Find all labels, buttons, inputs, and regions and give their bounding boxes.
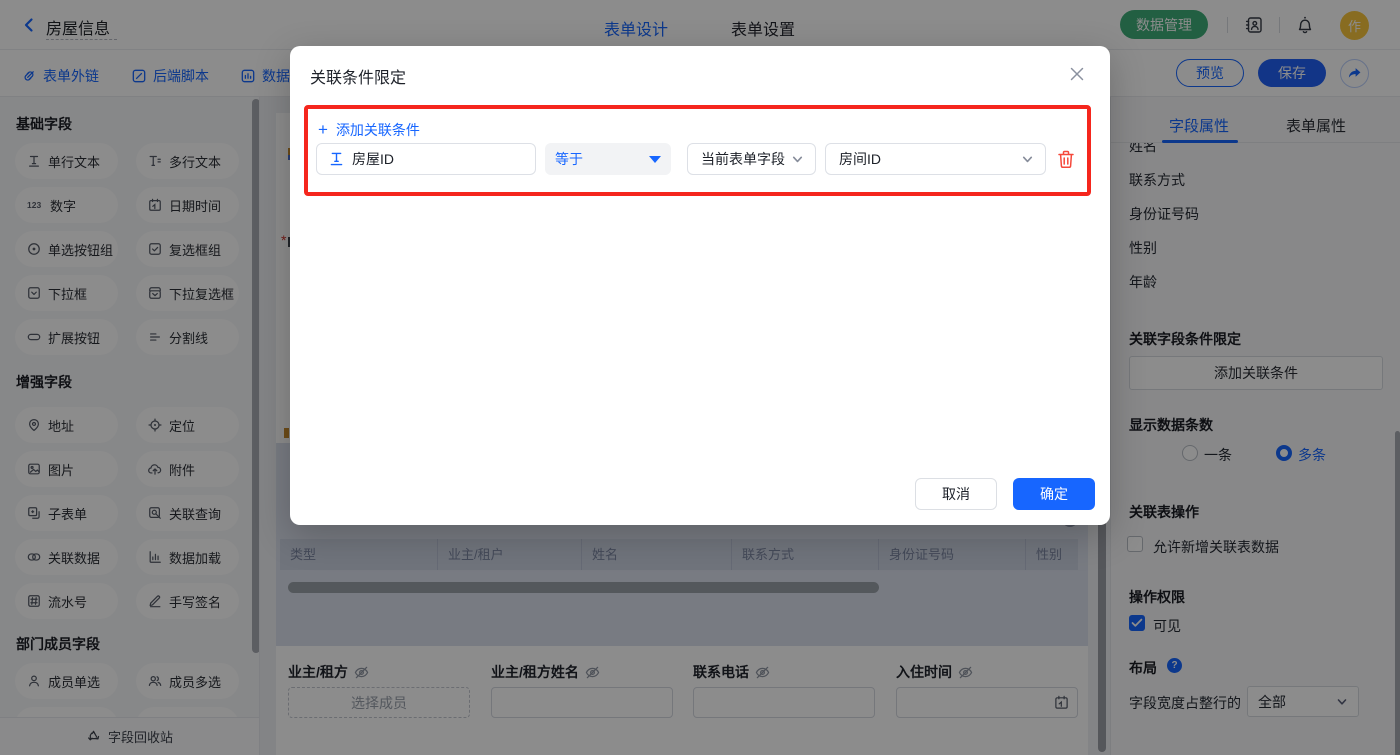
condition-limit-modal: 关联条件限定 + 添加关联条件 房屋ID 等于 当前表单字段 房间ID 取消 确…: [290, 46, 1110, 525]
source-select[interactable]: 当前表单字段: [687, 143, 816, 175]
cancel-button[interactable]: 取消: [915, 478, 997, 510]
condition-field-input[interactable]: 房屋ID: [316, 143, 536, 175]
condition-field-value: 房屋ID: [352, 149, 394, 169]
operator-value: 等于: [555, 149, 583, 169]
close-icon[interactable]: [1068, 65, 1086, 83]
source-value: 当前表单字段: [701, 149, 785, 169]
add-condition-link[interactable]: + 添加关联条件: [318, 120, 420, 140]
confirm-button[interactable]: 确定: [1013, 478, 1095, 510]
operator-select[interactable]: 等于: [545, 143, 671, 175]
delete-condition-icon[interactable]: [1057, 150, 1075, 169]
text-field-icon: [330, 152, 343, 166]
chevron-down-icon: [1021, 153, 1034, 166]
add-condition-link-label: 添加关联条件: [336, 120, 420, 140]
caret-down-icon: [649, 156, 661, 163]
modal-title: 关联条件限定: [310, 64, 406, 88]
chevron-down-icon: [791, 153, 804, 166]
value-select[interactable]: 房间ID: [825, 143, 1046, 175]
plus-icon: +: [318, 123, 328, 137]
value-select-value: 房间ID: [839, 149, 881, 169]
